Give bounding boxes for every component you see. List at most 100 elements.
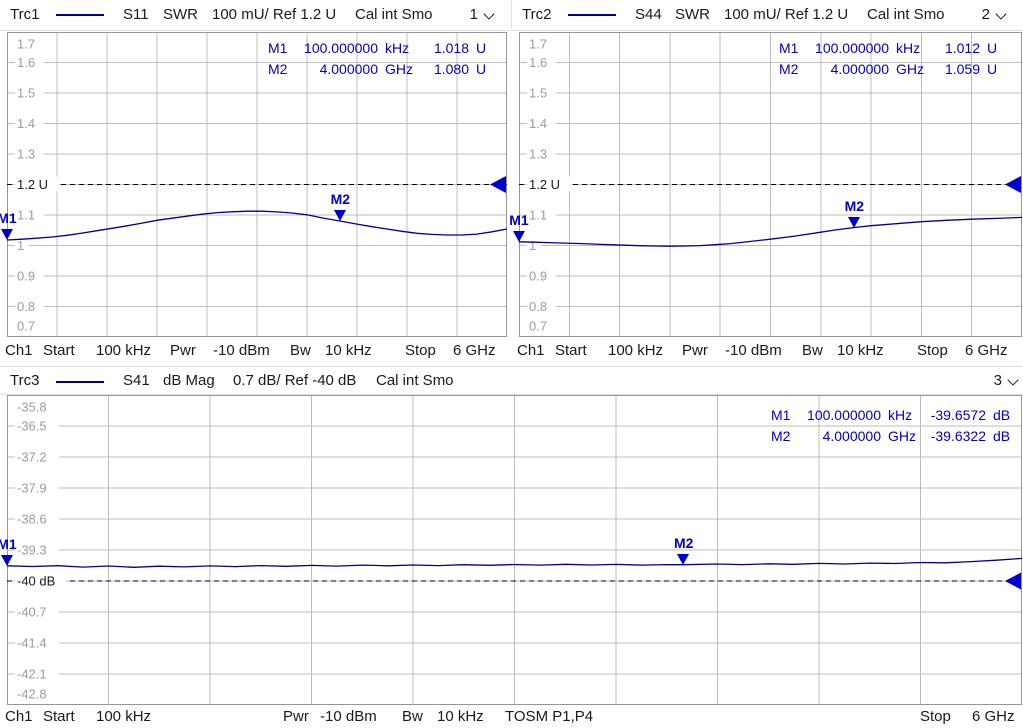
footer-start[interactable]: Start [43, 708, 75, 725]
ref-level-arrow-icon[interactable] [1005, 176, 1021, 193]
y-tick-label: -37.9 [17, 481, 47, 496]
y-tick-label: -36.5 [17, 419, 47, 434]
chevron-down-icon [483, 8, 495, 20]
scale-ref-setting[interactable]: 100 mU/ Ref 1.2 U [212, 6, 336, 23]
marker-m2-handle-icon[interactable] [333, 210, 346, 222]
footer-6-ghz[interactable]: 6 GHz [972, 708, 1015, 725]
footer-10-khz[interactable]: 10 kHz [837, 342, 884, 359]
footer-stop[interactable]: Stop [917, 342, 948, 359]
y-tick-label: 1.4 [529, 116, 547, 131]
trace-color-sample-icon [568, 14, 616, 16]
marker-readout-row: M2 4.000000 GHz 1.080 U [268, 58, 494, 79]
marker-stimulus: 100.000000 [815, 39, 889, 56]
marker-readout: M1 100.000000 kHz -39.6572 dB M2 4.00000… [771, 404, 1015, 446]
footer-100-khz[interactable]: 100 kHz [608, 342, 663, 359]
footer-stop[interactable]: Stop [405, 342, 436, 359]
marker-stimulus-unit: GHz [385, 60, 413, 77]
marker-stimulus: 4.000000 [822, 427, 881, 444]
marker-m1-label: M1 [0, 210, 17, 226]
marker-m1-handle-icon[interactable] [0, 229, 13, 240]
footer-6-ghz[interactable]: 6 GHz [965, 342, 1008, 359]
channel-selector[interactable]: 3 [993, 372, 1019, 389]
cal-status[interactable]: Cal int Smo [355, 6, 433, 23]
y-tick-label: 1.4 [17, 116, 35, 131]
cal-status[interactable]: Cal int Smo [867, 6, 945, 23]
footer-100-khz[interactable]: 100 kHz [96, 342, 151, 359]
marker-readout-row: M2 4.000000 GHz 1.059 U [779, 58, 1005, 79]
footer-6-ghz[interactable]: 6 GHz [453, 342, 496, 359]
trace-format[interactable]: SWR [163, 6, 198, 23]
marker-m2-label: M2 [330, 191, 351, 208]
measurement-parameter[interactable]: S11 [123, 6, 149, 23]
footer--10-dbm[interactable]: -10 dBm [725, 342, 782, 359]
ref-level-label: 1.2 U [17, 177, 48, 192]
channel-selector[interactable]: 2 [982, 6, 1007, 23]
footer-start[interactable]: Start [43, 342, 75, 359]
footer-pwr[interactable]: Pwr [283, 708, 309, 725]
marker-value: 1.059 [944, 60, 980, 77]
marker-readout-row: M1 100.000000 kHz 1.018 U [268, 37, 494, 58]
panel-divider-horizontal [0, 366, 1023, 367]
measurement-parameter[interactable]: S41 [123, 372, 150, 389]
measurement-parameter[interactable]: S44 [635, 6, 662, 23]
marker-m1-label: M1 [509, 211, 529, 228]
footer-10-khz[interactable]: 10 kHz [325, 342, 372, 359]
footer-pwr[interactable]: Pwr [682, 342, 708, 359]
marker-value-unit: U [987, 60, 998, 77]
footer--10-dbm[interactable]: -10 dBm [213, 342, 270, 359]
marker-stimulus: 4.000000 [319, 60, 378, 77]
y-tick-label: 1.7 [17, 37, 35, 52]
ref-level-arrow-icon[interactable] [490, 176, 506, 193]
ref-level-label: -40 dB [17, 574, 55, 589]
y-tick-label: 1 [529, 238, 536, 253]
footer-bw[interactable]: Bw [402, 708, 423, 725]
footer--10-dbm[interactable]: -10 dBm [320, 708, 377, 725]
y-tick-label: -41.4 [17, 636, 47, 651]
ref-level-label: 1.2 U [529, 177, 560, 192]
marker-m1-handle-icon[interactable] [0, 554, 13, 566]
trace-format[interactable]: SWR [675, 6, 710, 23]
footer-ch1[interactable]: Ch1 [5, 342, 33, 359]
cal-status[interactable]: Cal int Smo [376, 372, 454, 389]
marker-value-unit: U [987, 39, 998, 56]
y-tick-label: 1.7 [529, 37, 547, 52]
footer-10-khz[interactable]: 10 kHz [437, 708, 484, 725]
chevron-down-icon [995, 8, 1007, 20]
footer-bw[interactable]: Bw [802, 342, 823, 359]
y-tick-label: 1.6 [17, 55, 35, 70]
channel-number: 3 [993, 372, 1002, 389]
y-tick-label: 0.8 [17, 299, 35, 314]
footer-100-khz[interactable]: 100 kHz [96, 708, 151, 725]
footer-pwr[interactable]: Pwr [170, 342, 196, 359]
trace-format[interactable]: dB Mag [163, 372, 215, 389]
footer-ch1[interactable]: Ch1 [517, 342, 545, 359]
footer-tosm-p1-p4[interactable]: TOSM P1,P4 [505, 708, 593, 725]
channel-selector[interactable]: 1 [470, 6, 495, 23]
panel-divider-vertical [511, 0, 512, 30]
footer-start[interactable]: Start [555, 342, 587, 359]
footer-ch1[interactable]: Ch1 [5, 708, 33, 725]
trace-name[interactable]: Trc2 [522, 6, 551, 23]
scale-ref-setting[interactable]: 100 mU/ Ref 1.2 U [724, 6, 848, 23]
trace-name[interactable]: Trc1 [10, 6, 39, 23]
y-tick-label: 1.3 [17, 147, 35, 162]
y-tick-label: -37.2 [17, 450, 47, 465]
y-tick-label: -42.1 [17, 667, 47, 682]
footer-stop[interactable]: Stop [920, 708, 951, 725]
marker-name: M1 [771, 406, 791, 423]
marker-name: M1 [268, 39, 288, 56]
trace-name[interactable]: Trc3 [10, 372, 39, 389]
marker-m2-handle-icon[interactable] [677, 553, 690, 565]
scale-ref-setting[interactable]: 0.7 dB/ Ref -40 dB [233, 372, 356, 389]
y-tick-label: 1.5 [529, 86, 547, 101]
marker-readout: M1 100.000000 kHz 1.018 U M2 4.000000 GH… [268, 37, 494, 79]
footer-bw[interactable]: Bw [290, 342, 311, 359]
ref-level-arrow-icon[interactable] [1005, 572, 1021, 590]
panel-trc2: Trc2 S44 SWR 100 mU/ Ref 1.2 U Cal int S… [509, 0, 1023, 366]
marker-stimulus: 4.000000 [830, 60, 889, 77]
y-tick-label: 1 [17, 238, 24, 253]
marker-m1-handle-icon[interactable] [512, 230, 525, 242]
marker-value-unit: U [476, 60, 487, 77]
marker-m2-handle-icon[interactable] [847, 216, 860, 228]
marker-readout-row: M2 4.000000 GHz -39.6322 dB [771, 425, 1015, 446]
